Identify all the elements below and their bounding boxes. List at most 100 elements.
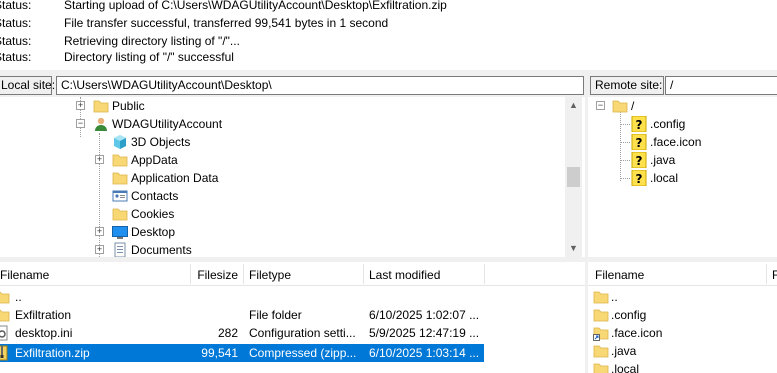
- tree-item-label: Desktop: [131, 225, 176, 239]
- scroll-up-arrow-icon[interactable]: ▲: [565, 97, 582, 114]
- tree-item-desktop[interactable]: + Desktop: [0, 223, 565, 241]
- folder-shortcut-icon: [593, 327, 609, 341]
- tree-item-label: .java: [650, 153, 676, 167]
- tree-item-label: Contacts: [131, 189, 179, 203]
- remote-list-header: Filename ^ F: [588, 262, 777, 286]
- log-status: Status:: [0, 50, 32, 64]
- tree-item-label: Cookies: [131, 207, 175, 221]
- log-status: Status:: [0, 16, 32, 30]
- user-icon: [95, 117, 107, 131]
- file-type: File folder: [249, 308, 302, 322]
- file-modified: 6/10/2025 1:03:14 ...: [369, 346, 480, 360]
- folder-icon: [593, 309, 609, 322]
- scroll-down-arrow-icon[interactable]: ▼: [565, 240, 582, 257]
- column-header-filesize[interactable]: F: [772, 262, 777, 286]
- tree-item-3d-objects[interactable]: 3D Objects: [0, 133, 565, 151]
- tree-item-wdagutilityaccount[interactable]: − WDAGUtilityAccount: [0, 115, 565, 133]
- remote-tree-item-face-icon[interactable]: ? .face.icon: [588, 133, 777, 151]
- log-message: Retrieving directory listing of "/"...: [64, 34, 240, 48]
- file-name: .java: [611, 344, 637, 358]
- remote-tree-item-config[interactable]: ? .config: [588, 115, 777, 133]
- local-list-header: Filename ^ Filesize Filetype Last modifi…: [0, 262, 585, 286]
- folder-icon: [593, 363, 609, 373]
- folder-icon: [112, 208, 128, 221]
- tree-item-application-data[interactable]: Application Data: [0, 169, 565, 187]
- file-name: ..: [15, 290, 22, 304]
- remote-tree-root[interactable]: − /: [588, 97, 777, 115]
- tree-item-label: .config: [650, 117, 686, 131]
- tree-item-label: AppData: [131, 153, 178, 167]
- tree-item-contacts[interactable]: Contacts: [0, 187, 565, 205]
- local-file-list[interactable]: Filename ^ Filesize Filetype Last modifi…: [0, 262, 585, 373]
- file-name: desktop.ini: [15, 326, 73, 340]
- settings-file-icon: [0, 325, 8, 341]
- file-row[interactable]: .face.icon: [588, 324, 777, 342]
- file-row[interactable]: ..: [588, 288, 777, 306]
- remote-site-label: Remote site:: [590, 76, 664, 95]
- file-modified: 6/10/2025 1:02:07 ...: [369, 308, 480, 322]
- file-row[interactable]: ..: [0, 288, 585, 306]
- folder-icon: [93, 100, 109, 113]
- tree-item-appdata[interactable]: + AppData: [0, 151, 565, 169]
- remote-path-input[interactable]: /: [665, 76, 777, 95]
- log-message: Directory listing of "/" successful: [64, 50, 234, 64]
- file-size: 99,541: [201, 346, 238, 360]
- tree-item-documents[interactable]: + Documents: [0, 241, 565, 257]
- column-header-filename[interactable]: Filename: [595, 262, 765, 286]
- expand-icon[interactable]: +: [95, 155, 104, 164]
- zip-file-icon: [0, 345, 8, 361]
- folder-icon: [0, 309, 10, 322]
- local-site-bar: Local site: C:\Users\WDAGUtilityAccount\…: [0, 73, 585, 97]
- svg-text:?: ?: [636, 118, 643, 132]
- remote-file-list[interactable]: Filename ^ F .. .config .face.icon .java…: [588, 262, 777, 373]
- tree-item-label: .face.icon: [650, 135, 702, 149]
- expand-icon[interactable]: +: [95, 227, 104, 236]
- file-row[interactable]: .local: [588, 360, 777, 373]
- log-message: Starting upload of C:\Users\WDAGUtilityA…: [64, 0, 447, 12]
- svg-text:?: ?: [636, 136, 643, 150]
- expand-icon[interactable]: +: [76, 101, 85, 110]
- expand-icon[interactable]: +: [95, 245, 104, 254]
- remote-tree-item-java[interactable]: ? .java: [588, 151, 777, 169]
- svg-text:?: ?: [636, 154, 643, 168]
- column-header-filetype[interactable]: Filetype: [249, 262, 359, 286]
- local-tree-scrollbar[interactable]: ▲ ▼: [565, 97, 582, 257]
- file-name: Exfiltration: [15, 308, 72, 322]
- log-status: Status:: [0, 34, 32, 48]
- remote-site-bar: Remote site: /: [588, 73, 777, 97]
- column-header-filesize[interactable]: Filesize: [190, 262, 238, 286]
- contacts-icon: [112, 190, 128, 202]
- collapse-icon[interactable]: −: [76, 119, 85, 128]
- file-row-selected[interactable]: Exfiltration.zip 99,541 Compressed (zipp…: [0, 344, 484, 362]
- tree-item-public[interactable]: + Public: [0, 97, 565, 115]
- collapse-icon[interactable]: −: [596, 101, 605, 110]
- file-type: Compressed (zipp...: [249, 346, 357, 360]
- file-size: [190, 306, 238, 324]
- remote-tree-item-local[interactable]: ? .local: [588, 169, 777, 187]
- tree-item-label: Application Data: [131, 171, 219, 185]
- sort-ascending-icon: ^: [75, 262, 79, 266]
- tree-item-label: 3D Objects: [131, 135, 191, 149]
- scroll-thumb[interactable]: [567, 167, 580, 187]
- local-path-input[interactable]: C:\Users\WDAGUtilityAccount\Desktop\: [56, 76, 584, 95]
- desktop-icon: [112, 226, 128, 239]
- file-name: .face.icon: [611, 326, 663, 340]
- folder-icon: [112, 154, 128, 167]
- message-log[interactable]: Status: Starting upload of C:\Users\WDAG…: [0, 0, 777, 70]
- unknown-folder-icon: ?: [631, 152, 647, 168]
- folder-icon: [612, 100, 628, 113]
- tree-item-cookies[interactable]: Cookies: [0, 205, 565, 223]
- local-directory-tree[interactable]: + Public − WDAGUtilityAccount 3D Objects…: [0, 97, 585, 257]
- remote-directory-tree[interactable]: − / ? .config ? .face.icon ? .java ? .lo…: [588, 97, 777, 257]
- file-name: .local: [611, 362, 640, 373]
- folder-icon: [593, 345, 609, 358]
- column-header-filename[interactable]: Filename: [0, 262, 190, 286]
- file-row[interactable]: .java: [588, 342, 777, 360]
- file-row[interactable]: Exfiltration File folder 6/10/2025 1:02:…: [0, 306, 585, 324]
- file-row[interactable]: desktop.ini 282 Configuration setti... 5…: [0, 324, 585, 342]
- local-site-label: Local site:: [0, 76, 55, 95]
- folder-icon: [0, 291, 10, 304]
- tree-item-label: /: [631, 99, 635, 113]
- column-header-last-modified[interactable]: Last modified: [369, 262, 484, 286]
- file-row[interactable]: .config: [588, 306, 777, 324]
